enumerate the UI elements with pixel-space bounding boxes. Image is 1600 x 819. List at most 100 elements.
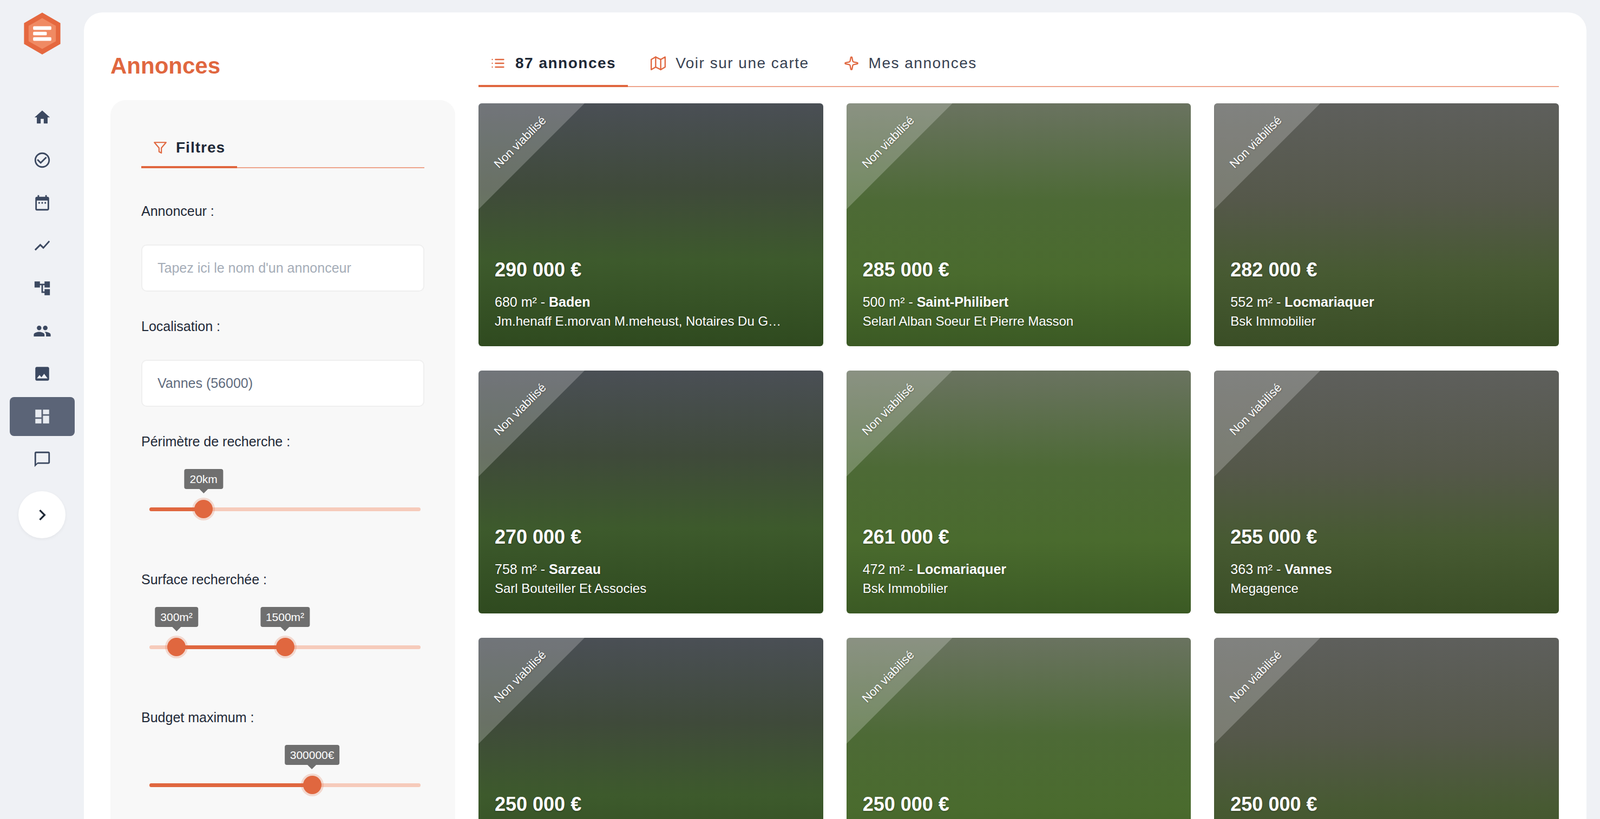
- slider-thumb[interactable]: [194, 500, 213, 519]
- listing-card[interactable]: Non viabilisé255 000 €363 m² - VannesMeg…: [1214, 370, 1559, 614]
- listing-surface: 363 m² - Vannes: [1230, 560, 1543, 579]
- listing-advertiser: Jm.henaff E.morvan M.meheust, Notaires D…: [494, 312, 808, 331]
- tab[interactable]: Voir sur une carte: [638, 52, 821, 88]
- listing-advertiser: Sarl Bouteiller Et Associes: [494, 579, 808, 599]
- sidebar-item[interactable]: [9, 140, 75, 180]
- field-label: Surface recherchée :: [141, 571, 425, 588]
- listing-price: 250 000 €: [862, 792, 1176, 817]
- field-label: Budget maximum :: [141, 709, 425, 726]
- main-panel: Annonces Filtres Annonceur : Localisation :…: [83, 12, 1587, 819]
- listing-surface: 680 m² - Baden: [494, 292, 808, 312]
- filter-field: Surface recherchée : 300m² 1500m²: [141, 571, 425, 657]
- listing-card[interactable]: Non viabilisé250 000 €: [478, 638, 824, 819]
- listing-surface: 552 m² - Locmariaquer: [1230, 292, 1543, 312]
- listing-price: 255 000 €: [1230, 525, 1543, 549]
- check-circle-icon: [33, 151, 52, 170]
- slider[interactable]: 300000€: [149, 745, 421, 795]
- filter-tab-bar: Filtres: [141, 136, 425, 169]
- text-input[interactable]: [141, 359, 425, 408]
- sidebar-item[interactable]: [9, 97, 75, 137]
- filter-field: Localisation :: [141, 318, 425, 408]
- message-icon: [33, 450, 52, 469]
- sidebar: [0, 0, 84, 819]
- listing-advertiser: Bsk Immobilier: [1230, 312, 1543, 331]
- sidebar-item[interactable]: [9, 440, 75, 480]
- image-icon: [33, 364, 52, 384]
- logo[interactable]: [17, 9, 67, 58]
- slider-tooltip: 1500m²: [260, 607, 310, 628]
- listing-city: Vannes: [1284, 561, 1333, 577]
- results-column: 87 annonces Voir sur une carte Mes annonce…: [478, 12, 1559, 819]
- listing-card[interactable]: Non viabilisé250 000 €: [846, 638, 1192, 819]
- list-icon: [490, 55, 506, 71]
- badge-corner: [846, 103, 953, 210]
- expand-button[interactable]: [18, 491, 66, 539]
- listing-price: 250 000 €: [1230, 792, 1543, 817]
- page-title: Annonces: [110, 52, 456, 80]
- filter-field: Annonceur :: [141, 202, 425, 292]
- slider-thumb[interactable]: [276, 638, 295, 657]
- chevron-right-icon: [31, 504, 54, 527]
- home-icon: [33, 108, 52, 127]
- listing-card[interactable]: Non viabilisé282 000 €552 m² - Locmariaq…: [1214, 103, 1559, 347]
- sidebar-item[interactable]: [9, 311, 75, 351]
- slider-tooltip: 20km: [184, 469, 224, 490]
- tab[interactable]: Mes annonces: [831, 52, 989, 88]
- calendar-icon: [33, 193, 52, 213]
- app: Annonces Filtres Annonceur : Localisation :…: [0, 0, 1600, 819]
- sidebar-item[interactable]: [9, 183, 75, 223]
- sparkle-icon: [843, 55, 859, 71]
- listing-advertiser: Selarl Alban Soeur Et Pierre Masson: [862, 312, 1176, 331]
- listing-card[interactable]: Non viabilisé250 000 €: [1214, 638, 1559, 819]
- listing-card[interactable]: Non viabilisé290 000 €680 m² - BadenJm.h…: [478, 103, 824, 347]
- filter-tab[interactable]: Filtres: [141, 136, 238, 169]
- badge-corner: [846, 370, 953, 477]
- hierarchy-icon: [33, 279, 52, 298]
- listing-price: 282 000 €: [1230, 258, 1543, 282]
- slider-thumb[interactable]: [167, 638, 186, 657]
- listing-price: 270 000 €: [494, 525, 808, 549]
- listing-city: Baden: [548, 294, 590, 310]
- field-label: Localisation :: [141, 318, 425, 335]
- listing-card[interactable]: Non viabilisé270 000 €758 m² - SarzeauSa…: [478, 370, 824, 614]
- listing-advertiser: Bsk Immobilier: [862, 579, 1176, 599]
- tab-bar: 87 annonces Voir sur une carte Mes annonce…: [478, 52, 1559, 88]
- listing-surface: 500 m² - Saint-Philibert: [862, 292, 1176, 312]
- slider[interactable]: 20km: [149, 469, 421, 519]
- listing-surface: 472 m² - Locmariaquer: [862, 560, 1176, 579]
- chart-icon: [33, 236, 52, 255]
- listing-grid: Non viabilisé290 000 €680 m² - BadenJm.h…: [478, 103, 1559, 819]
- listing-price: 261 000 €: [862, 525, 1176, 549]
- listing-price: 285 000 €: [862, 258, 1176, 282]
- badge-corner: [846, 638, 953, 745]
- slider-fill: [149, 783, 313, 788]
- field-label: Périmètre de recherche :: [141, 433, 425, 450]
- listing-card[interactable]: Non viabilisé261 000 €472 m² - Locmariaq…: [846, 370, 1192, 614]
- slider-fill: [176, 645, 285, 650]
- map-icon: [650, 55, 666, 71]
- layout-icon: [33, 407, 52, 426]
- listing-advertiser: Megagence: [1230, 579, 1543, 599]
- slider-tooltip: 300000€: [284, 745, 340, 766]
- sidebar-item[interactable]: [9, 397, 75, 437]
- listing-city: Sarzeau: [548, 561, 601, 577]
- listing-price: 250 000 €: [494, 792, 808, 817]
- sidebar-item[interactable]: [9, 226, 75, 266]
- listing-card[interactable]: Non viabilisé285 000 €500 m² - Saint-Phi…: [846, 103, 1192, 347]
- filter-field: Périmètre de recherche : 20km: [141, 433, 425, 519]
- slider[interactable]: 300m² 1500m²: [149, 607, 421, 657]
- filter-panel: Filtres Annonceur : Localisation : Périmètr…: [110, 100, 456, 819]
- field-label: Annonceur :: [141, 202, 425, 220]
- text-input[interactable]: [141, 244, 425, 292]
- tab[interactable]: 87 annonces: [478, 52, 628, 88]
- slider-thumb[interactable]: [303, 776, 322, 795]
- listing-city: Locmariaquer: [1284, 294, 1374, 310]
- sidebar-item[interactable]: [9, 269, 75, 308]
- listing-city: Locmariaquer: [916, 561, 1007, 577]
- listing-price: 290 000 €: [494, 258, 808, 282]
- sidebar-item[interactable]: [9, 354, 75, 394]
- slider-tooltip: 300m²: [154, 607, 199, 628]
- logo-icon: [19, 10, 65, 57]
- filter-icon: [153, 140, 168, 155]
- listing-surface: 758 m² - Sarzeau: [494, 560, 808, 579]
